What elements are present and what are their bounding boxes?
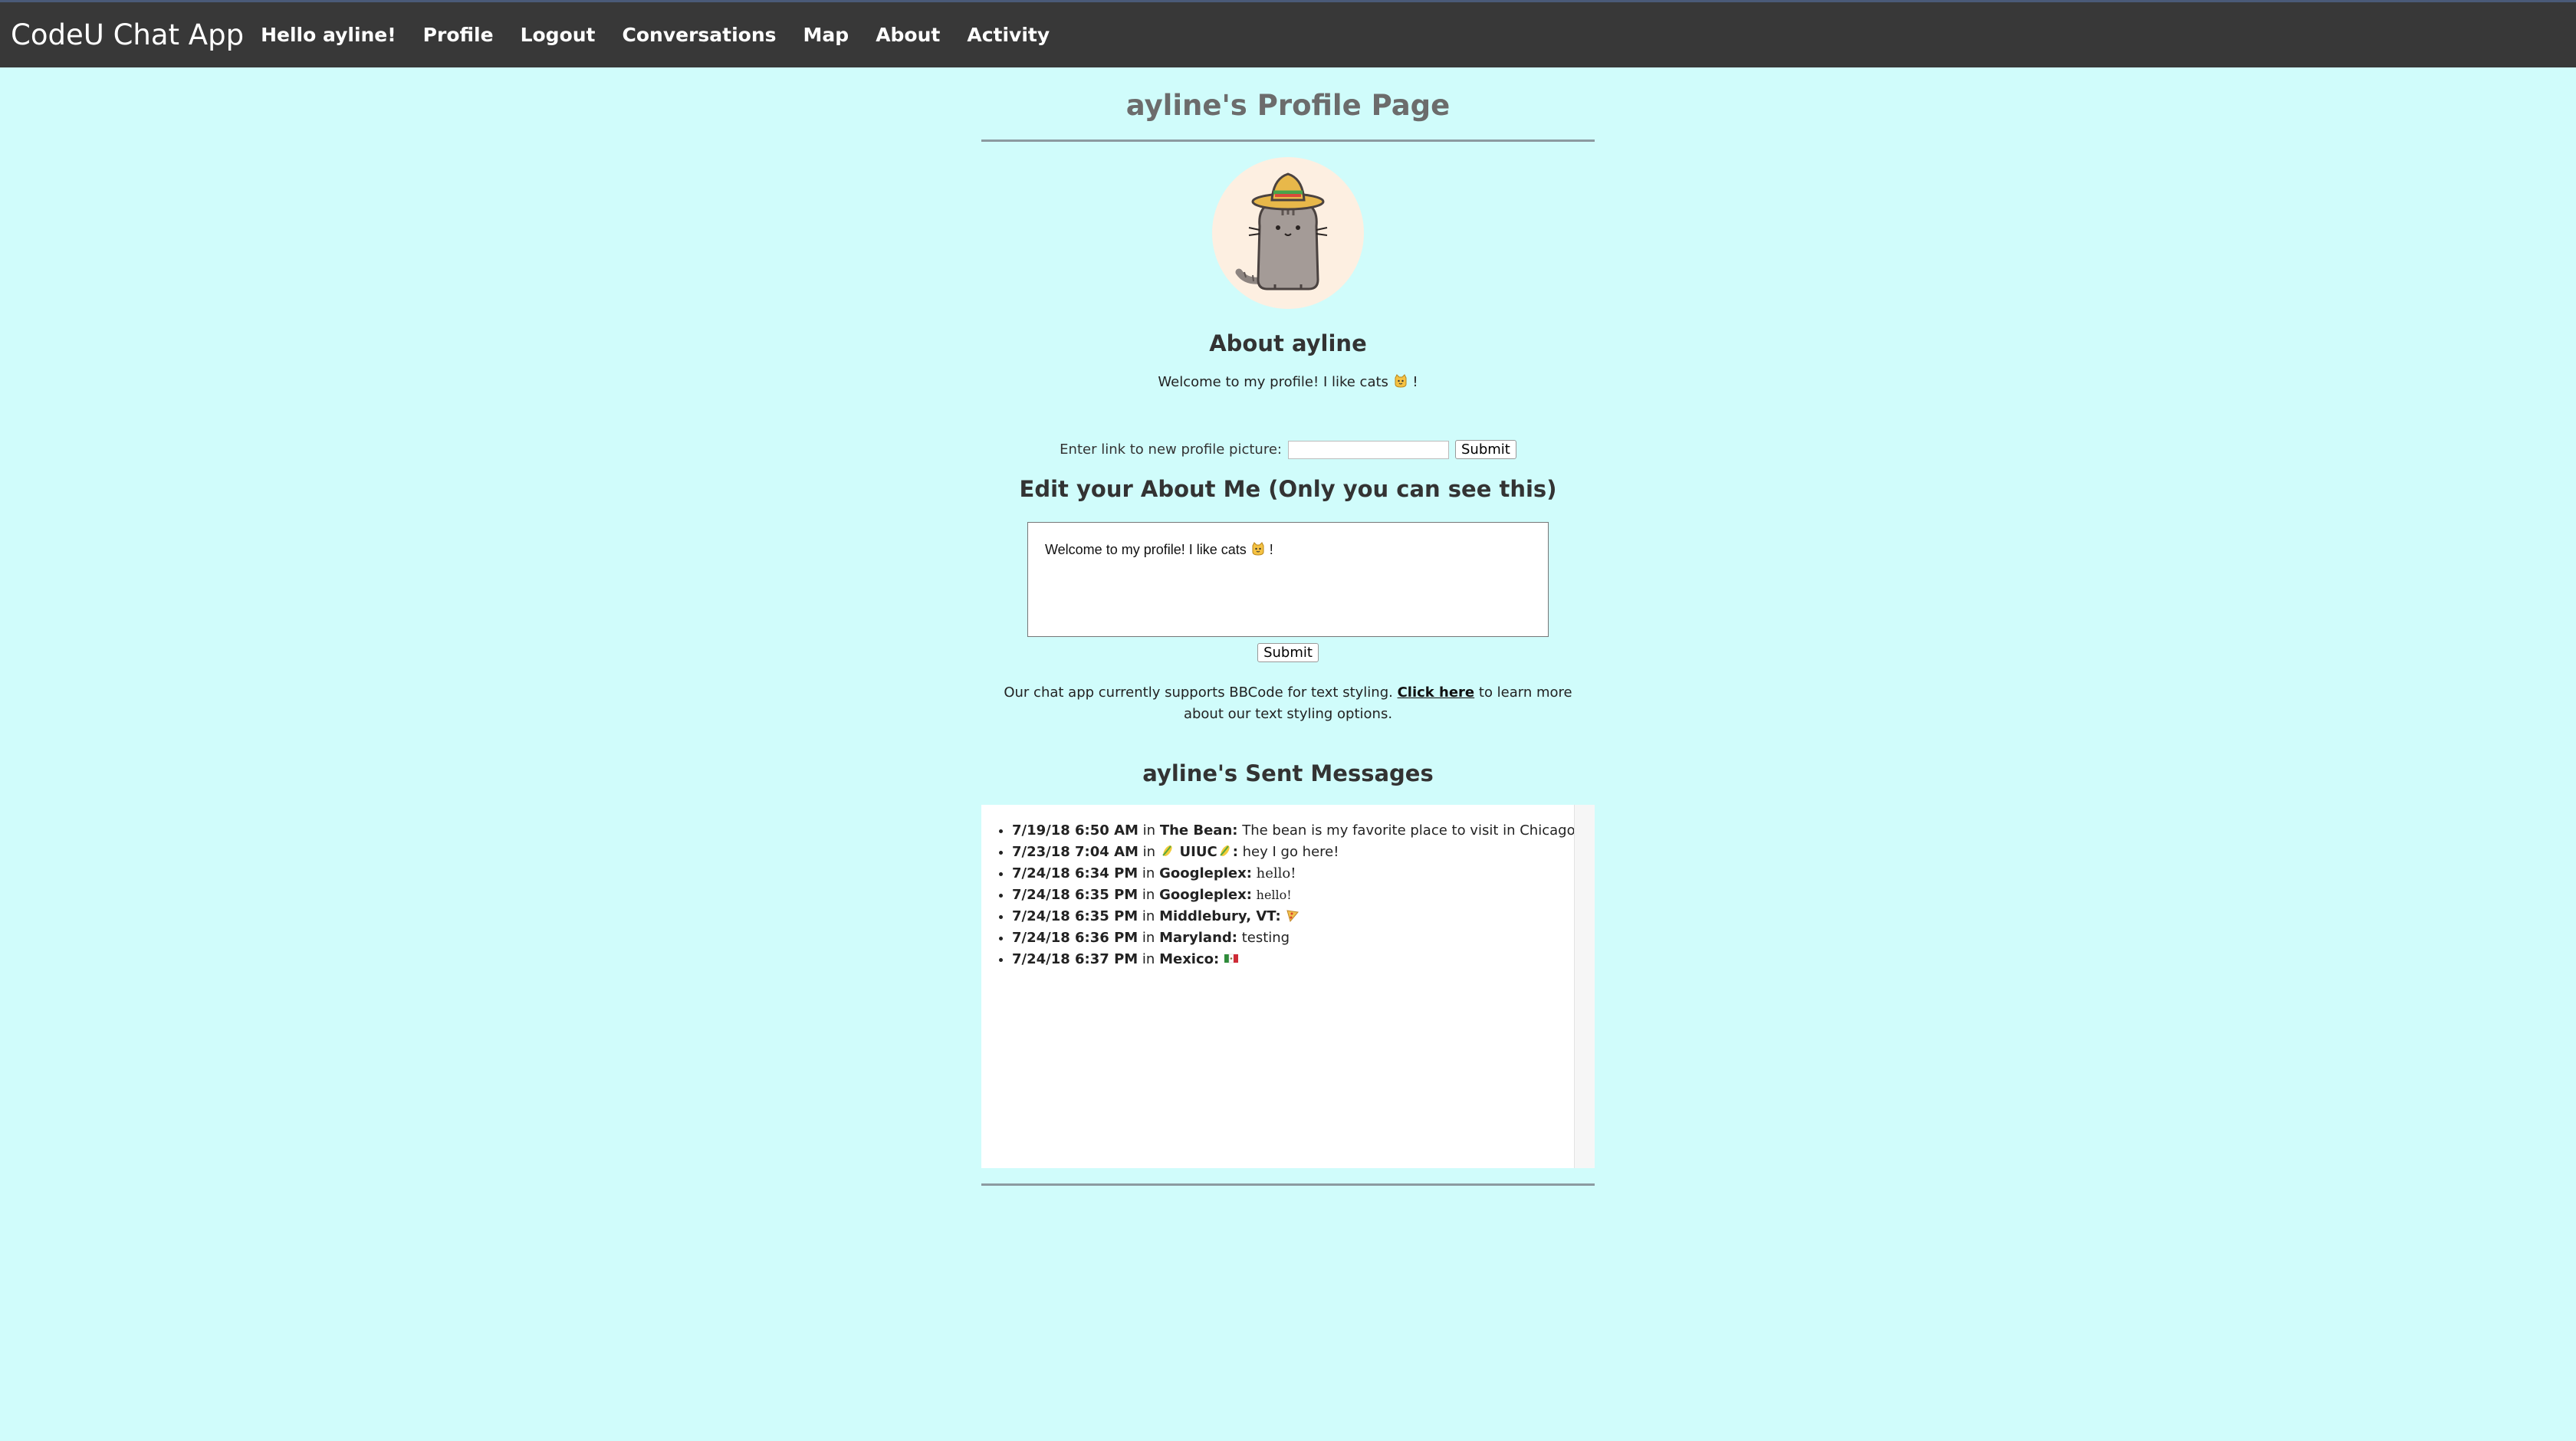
profile-picture-input[interactable] [1287,440,1449,459]
message-in: in [1142,908,1155,924]
message-time: 7/24/18 6:36 PM [1012,930,1138,946]
message-time: 7/24/18 6:35 PM [1012,887,1138,903]
message-conversation[interactable]: Googleplex: [1159,865,1252,881]
about-me-textarea-end: ! [1269,542,1273,557]
message-time: 7/24/18 6:37 PM [1012,951,1138,967]
about-me-textarea-text: Welcome to my profile! I like cats [1045,542,1247,557]
picture-label: Enter link to new profile picture: [1060,441,1282,458]
about-text-body: Welcome to my profile! I like cats [1158,374,1388,390]
list-item: 7/24/18 6:35 PM in Middlebury, VT: [1012,906,1595,927]
message-in: in [1142,887,1155,903]
about-submit-button[interactable]: Submit [1257,643,1319,662]
message-conversation[interactable]: Mexico: [1159,951,1219,967]
top-divider [981,140,1595,142]
message-in: in [1142,951,1155,967]
nav-profile[interactable]: Profile [423,24,494,46]
bbcode-note-before: Our chat app currently supports BBCode f… [1004,684,1393,701]
sent-messages-heading: ayline's Sent Messages [1142,760,1434,786]
list-item: 7/24/18 6:35 PM in Googleplex: hello! [1012,885,1595,906]
messages-scrollbar[interactable] [1574,805,1595,1168]
avatar [1212,157,1364,309]
profile-picture-form: Enter link to new profile picture: Submi… [981,440,1595,459]
about-heading: About ayline [1209,330,1367,356]
message-text: hey I go here! [1242,844,1339,860]
message-in: in [1142,822,1156,839]
message-text: hello! [1256,888,1292,902]
message-conversation[interactable]: UIUC [1180,844,1217,860]
brand-title[interactable]: CodeU Chat App [11,18,244,51]
message-text: hello! [1256,865,1296,881]
message-time: 7/24/18 6:34 PM [1012,865,1138,881]
bbcode-note: Our chat app currently supports BBCode f… [981,682,1595,725]
nav-map[interactable]: Map [803,24,849,46]
nav-hello[interactable]: Hello ayline! [261,24,396,46]
message-conversation[interactable]: Googleplex: [1159,887,1252,903]
message-time: 7/24/18 6:35 PM [1012,908,1138,924]
list-item: 7/23/18 7:04 AM in UIUC: hey I go here! [1012,842,1595,863]
bbcode-help-link[interactable]: Click here [1398,684,1475,701]
about-submit-row: Submit [981,643,1595,662]
cat-face-emoji-icon [1395,374,1407,388]
message-in: in [1142,930,1155,946]
list-item: 7/24/18 6:36 PM in Maryland: testing [1012,927,1595,949]
about-text-end: ! [1412,374,1418,390]
corn-emoji-icon [1162,845,1172,856]
message-time: 7/23/18 7:04 AM [1012,844,1138,860]
message-in: in [1142,844,1156,860]
edit-about-heading: Edit your About Me (Only you can see thi… [1019,476,1557,502]
message-text: testing [1241,930,1290,946]
nav-activity[interactable]: Activity [967,24,1050,46]
corn-emoji-icon [1219,845,1230,856]
list-item: 7/24/18 6:37 PM in Mexico: [1012,949,1595,970]
message-colon: : [1232,844,1238,860]
message-text: The bean is my favorite place to visit i… [1242,822,1581,839]
list-item: 7/24/18 6:34 PM in Googleplex: hello! [1012,863,1595,885]
sent-messages-list[interactable]: 7/19/18 6:50 AM in The Bean: The bean is… [981,805,1595,1168]
profile-container: ayline's Profile Page About ayline Welco… [981,67,1595,1186]
nav-conversations[interactable]: Conversations [623,24,777,46]
navbar: CodeU Chat App Hello ayline! Profile Log… [0,0,2576,67]
list-item: 7/19/18 6:50 AM in The Bean: The bean is… [1012,820,1595,842]
picture-submit-button[interactable]: Submit [1454,440,1516,459]
mexico-flag-emoji-icon [1224,954,1238,963]
about-me-textarea[interactable]: Welcome to my profile! I like cats ! [1027,522,1549,637]
nav-logout[interactable]: Logout [521,24,596,46]
message-conversation[interactable]: Middlebury, VT: [1159,908,1281,924]
page-title: ayline's Profile Page [1125,89,1451,122]
about-text: Welcome to my profile! I like cats ! [981,373,1595,390]
message-conversation[interactable]: Maryland: [1159,930,1237,946]
message-conversation[interactable]: The Bean: [1160,822,1238,839]
bottom-divider [981,1183,1595,1186]
message-in: in [1142,865,1155,881]
cat-face-emoji-icon [1252,542,1264,556]
nav-about[interactable]: About [876,24,940,46]
message-time: 7/19/18 6:50 AM [1012,822,1138,839]
pusheen-cat-sombrero-icon [1235,172,1328,290]
pizza-emoji-icon [1286,910,1300,923]
